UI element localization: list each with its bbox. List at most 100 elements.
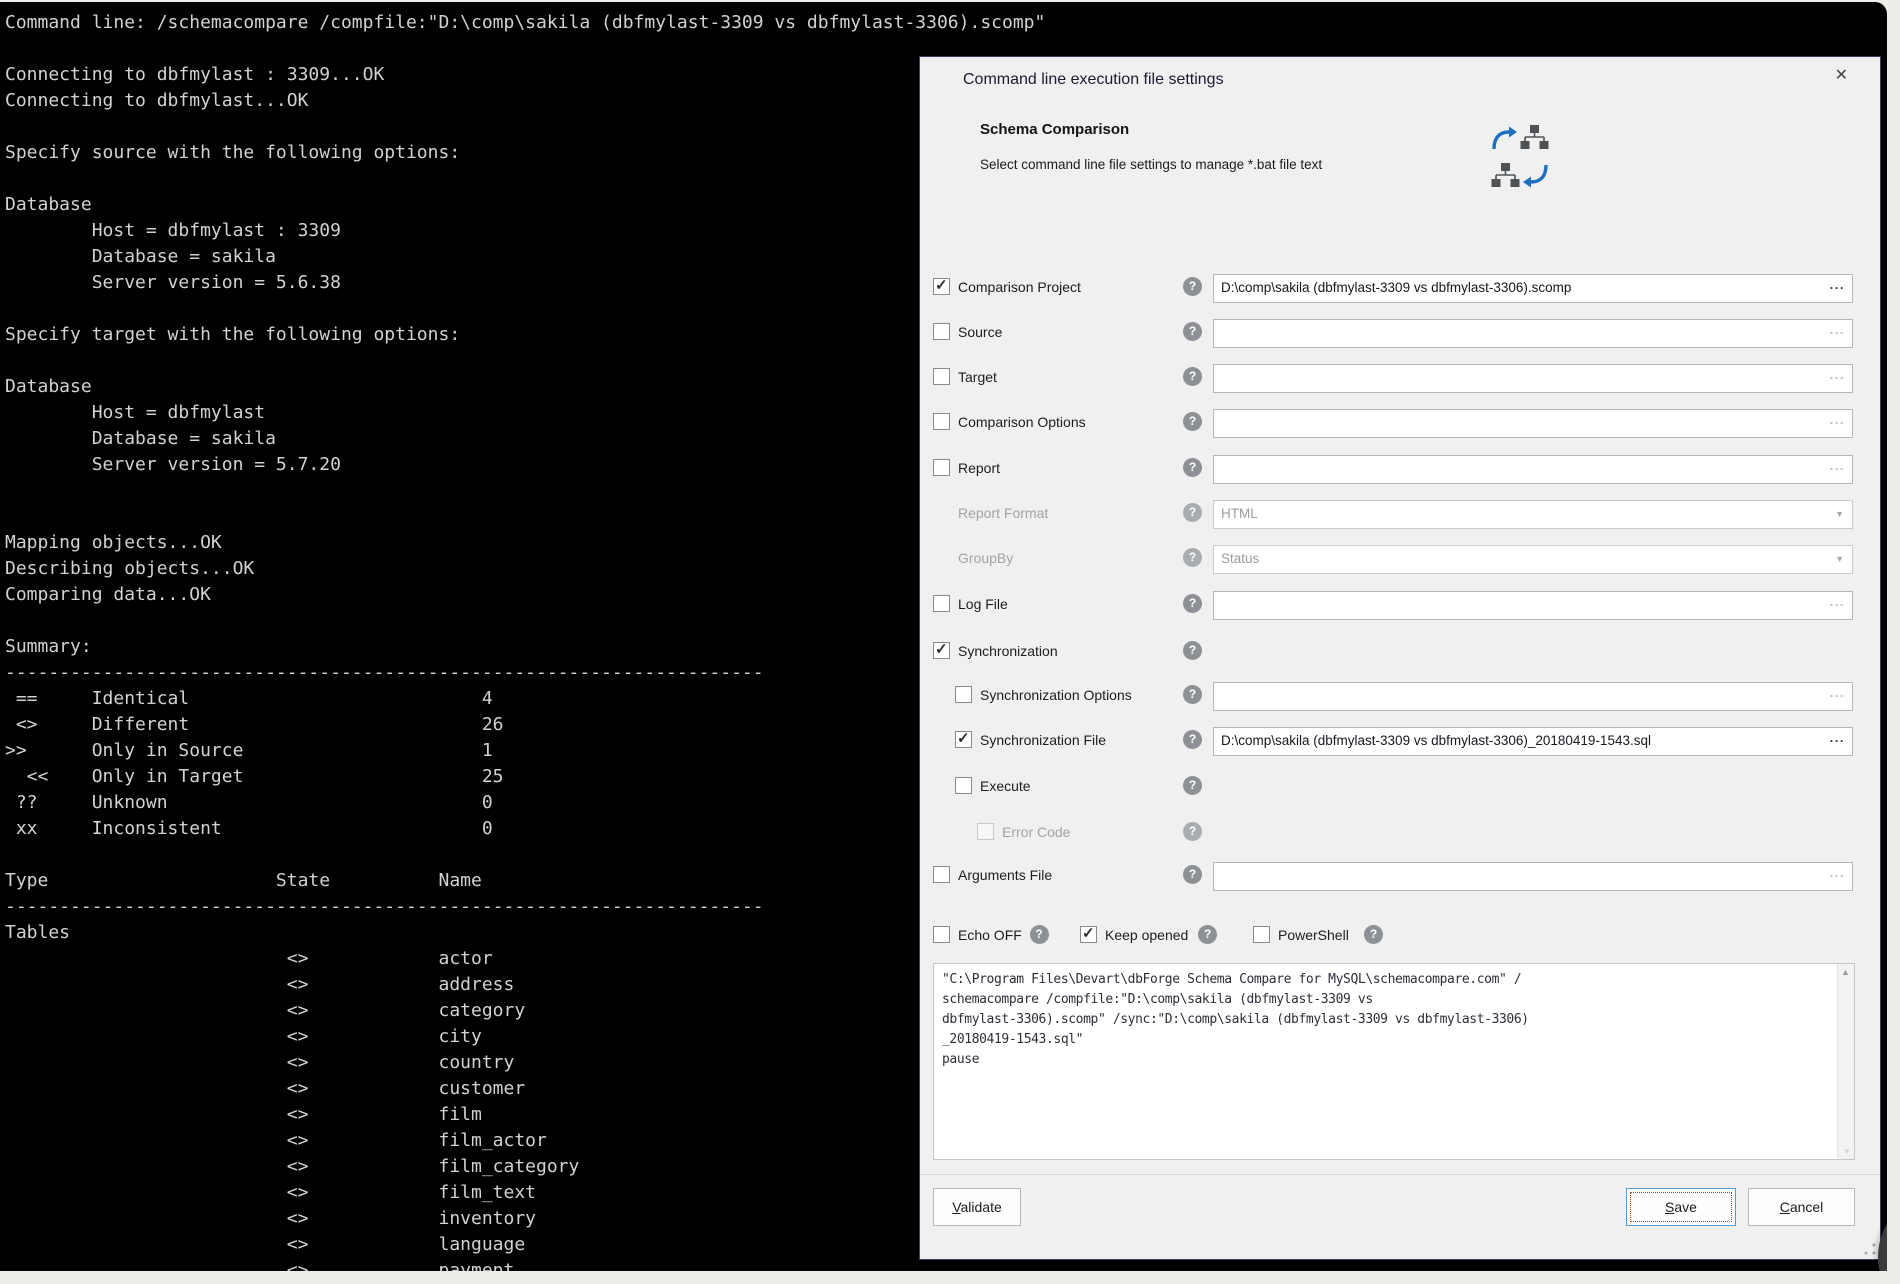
scroll-up-icon[interactable]: ▲ (1841, 967, 1850, 977)
dialog-section-title: Schema Comparison (980, 121, 1129, 138)
synchronization-file-help-icon[interactable]: ? (1183, 730, 1202, 749)
source-checkbox[interactable]: ✓ (933, 323, 950, 340)
echo-off-help-icon[interactable]: ? (1030, 925, 1049, 944)
bat-text-scrollbar[interactable]: ▲ ▼ (1837, 964, 1854, 1159)
settings-row-groupby: GroupBy?Status▼ (920, 549, 1880, 583)
powershell-help-icon[interactable]: ? (1364, 925, 1383, 944)
dialog-command-line-settings: Command line execution file settings ✕ S… (920, 57, 1880, 1259)
execute-label: Execute (980, 778, 1031, 794)
settings-row-target: ✓Target?... (920, 368, 1880, 402)
source-label: Source (958, 324, 1002, 340)
scroll-down-icon[interactable]: ▼ (1843, 1147, 1851, 1156)
log-file-label: Log File (958, 596, 1008, 612)
error-code-checkbox: ✓ (977, 823, 994, 840)
settings-row-arguments-file: ✓ Arguments File?... (920, 866, 1880, 900)
groupby-dropdown: Status ▼ (1213, 545, 1853, 574)
comparison-options-input[interactable]: ... (1213, 409, 1853, 438)
comparison-options-checkbox[interactable]: ✓ (933, 413, 950, 430)
execute-help-icon[interactable]: ? (1183, 776, 1202, 795)
synchronization-file-input[interactable]: D:\comp\sakila (dbfmylast-3309 vs dbfmyl… (1213, 727, 1853, 756)
comparison-options-label: Comparison Options (958, 414, 1086, 430)
target-input[interactable]: ... (1213, 364, 1853, 393)
target-browse-button[interactable]: ... (1830, 367, 1845, 382)
check-icon: ✓ (957, 729, 970, 747)
comparison-project-value: D:\comp\sakila (dbfmylast-3309 vs dbfmyl… (1221, 280, 1571, 295)
settings-row-log-file: ✓ Log File?... (920, 595, 1880, 629)
chevron-down-icon: ▼ (1835, 509, 1844, 519)
settings-row-execute: ✓ Execute? (920, 777, 1880, 811)
target-checkbox[interactable]: ✓ (933, 368, 950, 385)
report-format-value: HTML (1221, 506, 1258, 521)
echo-off-label: Echo OFF (958, 927, 1022, 943)
accelerator-letter: V (952, 1199, 960, 1215)
synchronization-file-checkbox[interactable]: ✓ (955, 731, 972, 748)
close-icon[interactable]: ✕ (1831, 63, 1852, 87)
keep-opened-label: Keep opened (1105, 927, 1188, 943)
report-help-icon[interactable]: ? (1183, 458, 1202, 477)
bat-file-text-box[interactable]: "C:\Program Files\Devart\dbForge Schema … (933, 963, 1855, 1160)
comparison-project-browse-button[interactable]: ... (1830, 277, 1845, 292)
synchronization-file-browse-button[interactable]: ... (1830, 730, 1845, 745)
settings-row-synchronization-options: ✓ Synchronization Options?... (920, 686, 1880, 720)
footer-divider (920, 1174, 1880, 1175)
synchronization-options-browse-button[interactable]: ... (1830, 685, 1845, 700)
bat-options-row: ✓Echo OFF?✓Keep opened?✓PowerShell? (920, 926, 1880, 950)
log-file-input[interactable]: ... (1213, 591, 1853, 620)
arguments-file-checkbox[interactable]: ✓ (933, 866, 950, 883)
report-checkbox[interactable]: ✓ (933, 459, 950, 476)
target-help-icon[interactable]: ? (1183, 367, 1202, 386)
source-help-icon[interactable]: ? (1183, 322, 1202, 341)
comparison-options-browse-button[interactable]: ... (1830, 412, 1845, 427)
screenshot-area: Command line: /schemacompare /compfile:"… (0, 2, 1887, 1271)
groupby-value: Status (1221, 551, 1259, 566)
validate-button[interactable]: Validate (933, 1188, 1021, 1226)
save-button[interactable]: Save (1626, 1188, 1736, 1226)
dialog-title: Command line execution file settings (963, 71, 1224, 89)
arguments-file-help-icon[interactable]: ? (1183, 865, 1202, 884)
keep-opened-help-icon[interactable]: ? (1198, 925, 1217, 944)
log-file-checkbox[interactable]: ✓ (933, 595, 950, 612)
synchronization-options-label: Synchronization Options (980, 687, 1132, 703)
log-file-browse-button[interactable]: ... (1830, 594, 1845, 609)
dialog-section-subtitle: Select command line file settings to man… (980, 157, 1322, 172)
comparison-project-help-icon[interactable]: ? (1183, 277, 1202, 296)
synchronization-options-checkbox[interactable]: ✓ (955, 686, 972, 703)
synchronization-checkbox[interactable]: ✓ (933, 642, 950, 659)
console-output: Command line: /schemacompare /compfile:"… (0, 2, 1045, 1271)
settings-row-comparison-project: ✓Comparison Project?D:\comp\sakila (dbfm… (920, 278, 1880, 312)
log-file-help-icon[interactable]: ? (1183, 594, 1202, 613)
comparison-project-input[interactable]: D:\comp\sakila (dbfmylast-3309 vs dbfmyl… (1213, 274, 1853, 303)
resize-grip[interactable] (1864, 1243, 1876, 1255)
report-label: Report (958, 460, 1000, 476)
execute-checkbox[interactable]: ✓ (955, 777, 972, 794)
chevron-down-icon: ▼ (1835, 554, 1844, 564)
powershell-checkbox[interactable]: ✓ (1253, 926, 1270, 943)
keep-opened-checkbox[interactable]: ✓ (1080, 926, 1097, 943)
comparison-project-checkbox[interactable]: ✓ (933, 278, 950, 295)
arguments-file-label: Arguments File (958, 867, 1052, 883)
page-frame: Command line: /schemacompare /compfile:"… (0, 0, 1900, 1284)
arguments-file-browse-button[interactable]: ... (1830, 865, 1845, 880)
error-code-help-icon[interactable]: ? (1183, 822, 1202, 841)
cancel-button[interactable]: Cancel (1748, 1188, 1855, 1226)
echo-off-checkbox[interactable]: ✓ (933, 926, 950, 943)
check-icon: ✓ (935, 640, 948, 658)
schema-compare-icon (1490, 125, 1550, 191)
error-code-label: Error Code (1002, 824, 1070, 840)
comparison-options-help-icon[interactable]: ? (1183, 412, 1202, 431)
settings-row-source: ✓ Source?... (920, 323, 1880, 357)
report-format-help-icon[interactable]: ? (1183, 503, 1202, 522)
source-input[interactable]: ... (1213, 319, 1853, 348)
arguments-file-input[interactable]: ... (1213, 862, 1853, 891)
source-browse-button[interactable]: ... (1830, 322, 1845, 337)
settings-row-comparison-options: ✓ Comparison Options?... (920, 413, 1880, 447)
settings-row-synchronization-file: ✓Synchronization File?D:\comp\sakila (db… (920, 731, 1880, 765)
report-browse-button[interactable]: ... (1830, 458, 1845, 473)
settings-row-report-format: Report Format?HTML▼ (920, 504, 1880, 538)
groupby-help-icon[interactable]: ? (1183, 548, 1202, 567)
bat-file-text[interactable]: "C:\Program Files\Devart\dbForge Schema … (934, 964, 1822, 1076)
report-input[interactable]: ... (1213, 455, 1853, 484)
synchronization-options-input[interactable]: ... (1213, 682, 1853, 711)
synchronization-options-help-icon[interactable]: ? (1183, 685, 1202, 704)
synchronization-help-icon[interactable]: ? (1183, 641, 1202, 660)
